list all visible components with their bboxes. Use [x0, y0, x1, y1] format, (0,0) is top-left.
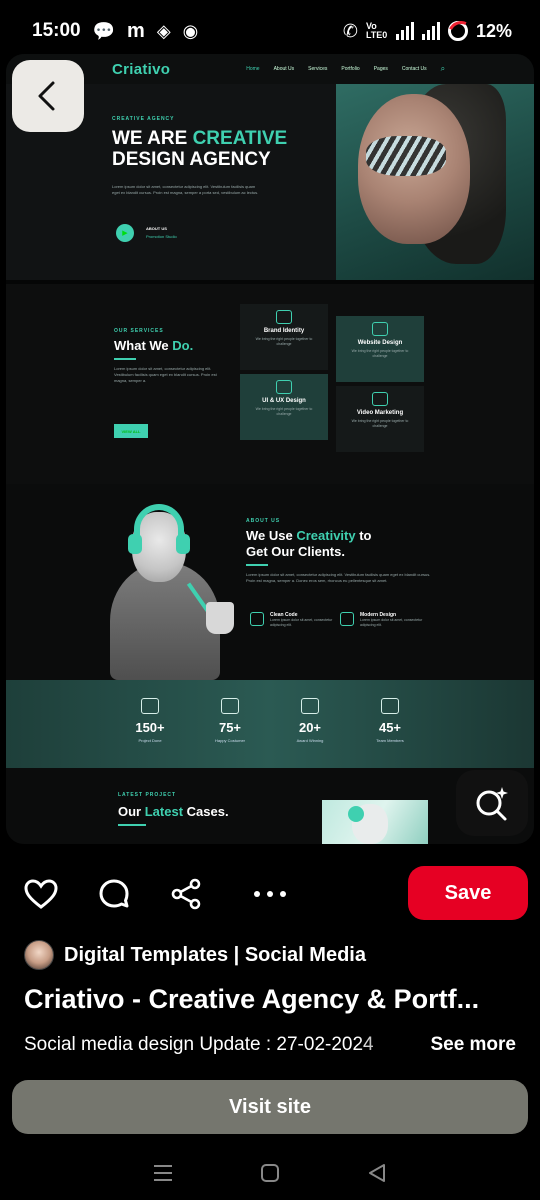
signal-icon	[395, 22, 414, 40]
about-photo	[110, 502, 240, 680]
recent-apps-icon[interactable]	[152, 1163, 174, 1183]
site-about: ABOUT US We Use Creativity to Get Our Cl…	[6, 484, 534, 680]
visit-site-button[interactable]: Visit site	[12, 1080, 528, 1134]
hero-eyebrow: CREATIVE AGENCY	[112, 116, 175, 122]
service-card: Video Marketing We bring the right peopl…	[336, 386, 424, 452]
about-body: Lorem ipsum dolor sit amet, consectetur …	[246, 572, 431, 583]
back-button[interactable]	[12, 60, 84, 132]
stat-item: 20+ Award Winning	[270, 698, 350, 743]
home-icon[interactable]	[259, 1162, 281, 1184]
service-card: Website Design We bring the right people…	[336, 316, 424, 382]
save-button[interactable]: Save	[408, 866, 528, 920]
website-icon	[372, 322, 388, 336]
discord-icon: ◈	[156, 20, 171, 41]
heart-icon	[24, 879, 58, 909]
battery-percent: 12%	[475, 20, 512, 41]
status-time: 15:00	[32, 20, 81, 41]
chat-bubble-icon: 💬	[92, 20, 116, 41]
site-nav: Criativo Home About Us Services Portfoli…	[6, 54, 534, 84]
services-eyebrow: OUR SERVICES	[114, 328, 164, 334]
play-icon: ▶	[116, 224, 134, 242]
stat-item: 45+ Team Members	[350, 698, 430, 743]
view-all-button: VIEW ALL	[114, 424, 148, 438]
comment-icon	[99, 879, 129, 908]
description-row: Social media design Update : 27-02-2024 …	[24, 1032, 516, 1058]
more-dots-icon	[254, 891, 286, 897]
code-icon	[250, 612, 264, 626]
about-eyebrow: ABOUT US	[246, 518, 281, 524]
hero-about-label: ABOUT US	[146, 226, 167, 231]
feature-modern-design: Modern Design Lorem ipsum dolor sit amet,…	[340, 612, 430, 628]
visual-search-button[interactable]	[456, 770, 528, 836]
services-title: What We Do.	[114, 338, 194, 353]
cases-eyebrow: LATEST PROJECT	[118, 792, 177, 798]
like-button[interactable]	[23, 876, 59, 912]
site-search-icon: ⌕	[440, 64, 446, 73]
lens-sparkle-icon	[476, 787, 508, 821]
cases-title: Our Latest Cases.	[118, 804, 229, 819]
share-icon	[171, 878, 201, 910]
design-icon	[340, 612, 354, 626]
award-icon	[301, 698, 319, 714]
stat-item: 150+ Project Done	[110, 698, 190, 743]
back-nav-icon[interactable]	[366, 1162, 388, 1184]
status-bar: 15:00 💬 m ◈ ◉ ✆ Vo LTE0 12%	[0, 0, 540, 62]
site-nav-pages: Pages	[373, 66, 388, 72]
network-label: Vo LTE0	[365, 21, 388, 40]
site-nav-about: About Us	[273, 66, 295, 72]
avatar[interactable]	[24, 940, 54, 970]
battery-icon	[447, 21, 468, 41]
customer-icon	[221, 698, 239, 714]
system-nav-bar	[0, 1146, 540, 1200]
hero-body: Lorem ipsum dolor sit amet, consectetur …	[112, 184, 259, 195]
project-icon	[141, 698, 159, 714]
video-icon	[372, 392, 388, 406]
more-options-button[interactable]	[252, 876, 288, 912]
creator-name[interactable]: Digital Templates | Social Media	[64, 944, 366, 967]
feature-clean-code: Clean Code Lorem ipsum dolor sit amet, co…	[250, 612, 340, 628]
site-hero: CREATIVE AGENCY WE ARE CREATIVE DESIGN A…	[6, 84, 534, 280]
site-nav-contact: Contact Us	[401, 66, 427, 72]
wifi-call-icon: ✆	[342, 20, 358, 41]
hero-photo	[336, 84, 534, 280]
pin-image[interactable]: Criativo Home About Us Services Portfoli…	[6, 54, 534, 844]
pin-actions: Save	[0, 862, 540, 926]
site-logo: Criativo	[112, 60, 171, 78]
stat-item: 75+ Happy Costumer	[190, 698, 270, 743]
m-icon: m	[127, 19, 145, 42]
site-nav-home: Home	[246, 66, 260, 72]
pin-title: Criativo - Creative Agency & Portf...	[24, 984, 480, 1014]
creator-row[interactable]: Digital Templates | Social Media	[24, 940, 366, 970]
hero-promo-label: Promotion Studio	[146, 234, 177, 239]
chevron-left-icon	[38, 81, 55, 111]
pin-description: Social media design Update : 27-02-2024	[24, 1034, 374, 1055]
services-body: Lorem ipsum dolor sit amet, consectetur …	[114, 366, 217, 383]
comment-button[interactable]	[96, 876, 132, 912]
service-card: UI & UX Design We bring the right people…	[240, 374, 328, 440]
about-title: We Use Creativity to Get Our Clients.	[246, 528, 372, 559]
site-cases: LATEST PROJECT Our Latest Cases.	[6, 768, 534, 844]
site-services: OUR SERVICES What We Do. Lorem ipsum dol…	[6, 280, 534, 484]
share-button[interactable]	[168, 876, 204, 912]
cases-image	[322, 800, 428, 844]
site-stats: 150+ Project Done 75+ Happy Costumer 20+…	[6, 680, 534, 768]
whatsapp-icon: ◉	[182, 20, 199, 41]
uiux-icon	[276, 380, 292, 394]
brand-icon	[276, 310, 292, 324]
site-nav-portfolio: Portfolio	[341, 66, 360, 72]
see-more-link[interactable]: See more	[430, 1034, 516, 1056]
hero-title: WE ARE CREATIVE DESIGN AGENCY	[112, 128, 288, 170]
signal-icon-2	[421, 22, 440, 40]
service-card: Brand Identity We bring the right people…	[240, 304, 328, 370]
site-nav-services: Services	[308, 66, 328, 72]
team-icon	[381, 698, 399, 714]
